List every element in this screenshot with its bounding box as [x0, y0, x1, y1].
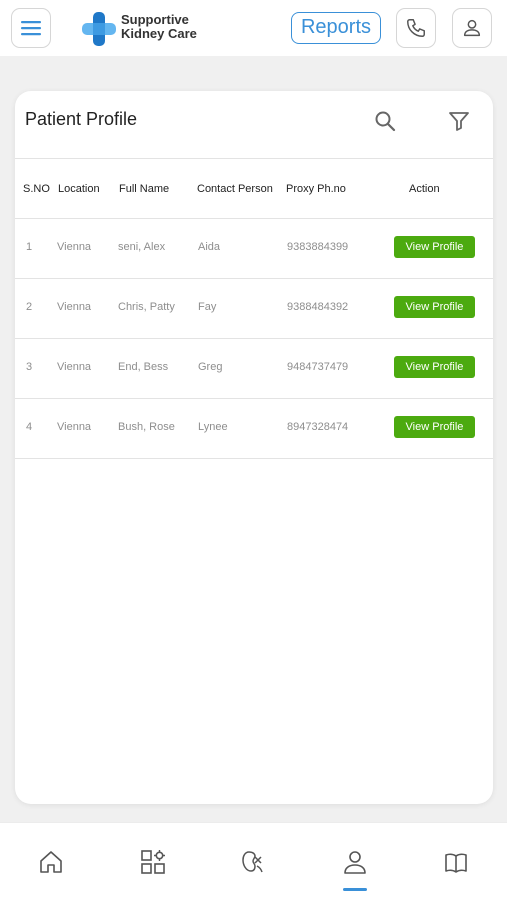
view-profile-button[interactable]: View Profile [394, 416, 475, 438]
table-row: 3 Vienna End, Bess Greg 9484737479 View … [15, 338, 493, 398]
cell-sno: 3 [26, 361, 33, 373]
cell-proxy-phone: 8947328474 [287, 421, 349, 433]
cell-location: Vienna [57, 421, 92, 433]
patient-profile-card: Patient Profile S.NO Location Full Name … [15, 91, 493, 804]
cell-location: Vienna [57, 301, 92, 313]
cell-full-name: Bush, Rose [118, 421, 175, 433]
user-icon [463, 19, 481, 37]
brand-line-2: Kidney Care [121, 26, 197, 41]
cell-sno: 4 [26, 421, 33, 433]
filter-icon[interactable] [447, 109, 471, 133]
table-row: 1 Vienna seni, Alex Aida 9383884399 View… [15, 218, 493, 278]
column-header-full-name: Full Name [119, 183, 170, 195]
cell-full-name: seni, Alex [118, 241, 166, 253]
cell-full-name: Chris, Patty [118, 301, 175, 313]
hamburger-menu-icon [21, 21, 41, 36]
search-icon[interactable] [373, 109, 397, 133]
view-profile-button[interactable]: View Profile [394, 236, 475, 258]
view-profile-button[interactable]: View Profile [394, 356, 475, 378]
card-title: Patient Profile [25, 109, 138, 129]
apps-grid-icon[interactable] [139, 848, 167, 876]
app-logo[interactable]: Supportive Kidney Care [81, 10, 221, 48]
brand-line-1: Supportive [121, 12, 189, 27]
table-row: 4 Vienna Bush, Rose Lynee 8947328474 Vie… [15, 398, 493, 458]
cell-contact-person: Fay [198, 301, 217, 313]
cell-proxy-phone: 9484737479 [287, 361, 349, 373]
cell-proxy-phone: 9388484392 [287, 301, 349, 313]
book-icon[interactable] [442, 848, 470, 876]
cell-contact-person: Lynee [198, 421, 228, 433]
table-row: 2 Vienna Chris, Patty Fay 9388484392 Vie… [15, 278, 493, 338]
cell-full-name: End, Bess [118, 361, 169, 373]
user-button[interactable] [452, 8, 492, 48]
kidney-icon[interactable] [240, 848, 268, 876]
column-header-contact-person: Contact Person [197, 183, 273, 195]
brand-name: Supportive Kidney Care [121, 13, 197, 41]
cell-location: Vienna [57, 241, 92, 253]
cell-sno: 2 [26, 301, 33, 313]
cell-contact-person: Aida [198, 241, 221, 253]
column-header-sno: S.NO [23, 183, 50, 195]
phone-icon [407, 19, 425, 37]
column-header-action: Action [409, 183, 440, 195]
column-header-location: Location [58, 183, 100, 195]
bottom-navigation [0, 822, 507, 900]
profile-icon[interactable] [341, 848, 369, 876]
menu-button[interactable] [11, 8, 51, 48]
view-profile-button[interactable]: View Profile [394, 296, 475, 318]
active-tab-indicator [343, 888, 367, 891]
divider [15, 458, 493, 459]
cell-contact-person: Greg [198, 361, 223, 373]
phone-button[interactable] [396, 8, 436, 48]
column-header-proxy-phone: Proxy Ph.no [286, 183, 346, 195]
divider [15, 158, 493, 159]
home-icon[interactable] [37, 848, 65, 876]
cell-proxy-phone: 9383884399 [287, 241, 349, 253]
cell-sno: 1 [26, 241, 33, 253]
reports-button[interactable]: Reports [291, 12, 381, 44]
cell-location: Vienna [57, 361, 92, 373]
app-header: Supportive Kidney Care Reports [0, 0, 507, 56]
medical-cross-logo [82, 12, 116, 46]
